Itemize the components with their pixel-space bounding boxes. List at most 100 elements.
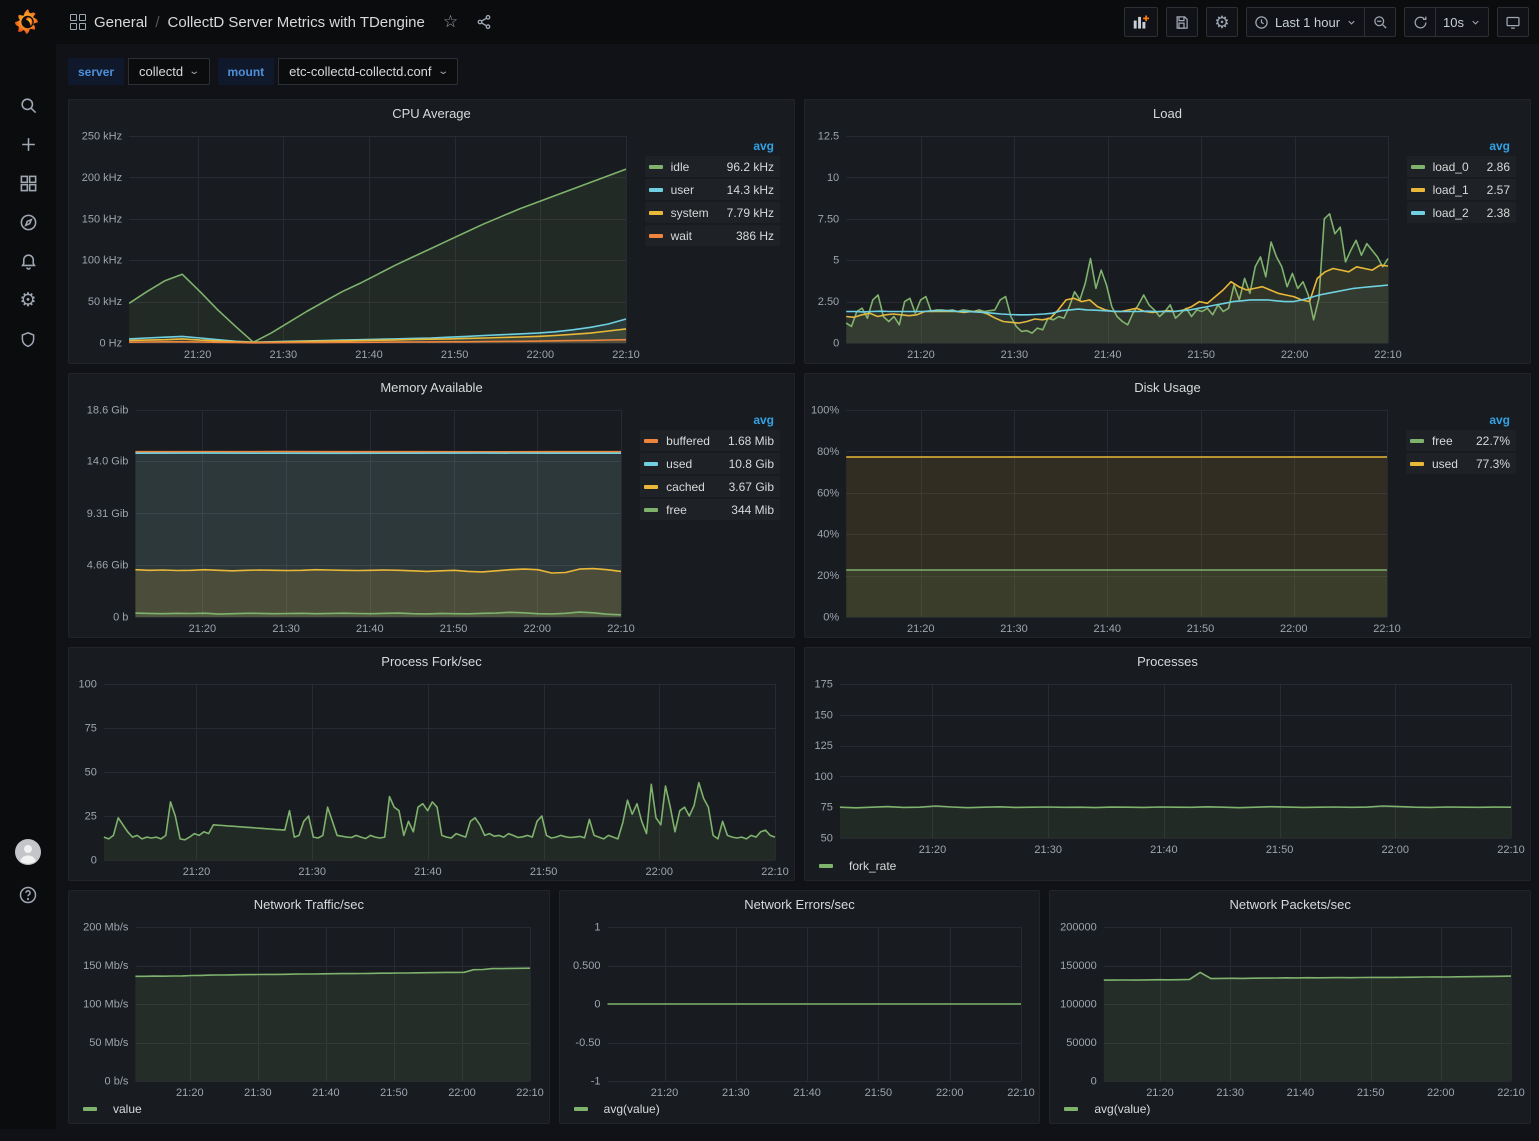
chart-plot[interactable]: 0 b/s50 Mb/s100 Mb/s150 Mb/s200 Mb/s21:2…: [73, 917, 545, 1101]
legend-item-fork_rate[interactable]: fork_rate: [805, 858, 1530, 880]
legend-item-cached[interactable]: cached3.67 Gib: [640, 476, 780, 497]
legend-swatch: [649, 211, 663, 215]
svg-text:22:10: 22:10: [761, 866, 789, 878]
legend-item-used[interactable]: used10.8 Gib: [640, 453, 780, 474]
legend-item-load_1[interactable]: load_12.57: [1407, 179, 1516, 200]
user-avatar[interactable]: [0, 832, 56, 871]
breadcrumb-section[interactable]: General: [94, 14, 147, 31]
legend-series-avg: 1.68 Mib: [728, 434, 774, 448]
chart-plot[interactable]: 025507510021:2021:3021:4021:5022:0022:10: [73, 674, 790, 880]
panel-title-cpu-average[interactable]: CPU Average: [69, 100, 794, 126]
svg-text:21:40: 21:40: [1287, 1087, 1315, 1099]
svg-text:21:20: 21:20: [189, 623, 217, 635]
legend-swatch: [574, 1107, 588, 1111]
dashboards-icon[interactable]: [0, 164, 56, 203]
chart-plot[interactable]: 0 b4.66 Gib9.31 Gib14.0 Gib18.6 Gib21:20…: [73, 400, 636, 637]
variable-server-value[interactable]: collectd ⌄: [128, 58, 209, 85]
legend-series-avg: 3.67 Gib: [729, 480, 774, 494]
panel-title-network-traffic[interactable]: Network Traffic/sec: [69, 891, 549, 917]
svg-text:50 Mb/s: 50 Mb/s: [89, 1037, 129, 1049]
svg-text:21:20: 21:20: [184, 349, 212, 361]
panel-title-network-errors[interactable]: Network Errors/sec: [560, 891, 1040, 917]
svg-text:75: 75: [85, 723, 97, 735]
legend-avg-header[interactable]: avg: [640, 412, 780, 430]
panel-title-processes[interactable]: Processes: [805, 648, 1530, 674]
svg-text:21:30: 21:30: [1001, 349, 1029, 361]
help-icon[interactable]: [0, 875, 56, 914]
dashboard-settings-button[interactable]: ⚙: [1206, 7, 1238, 37]
breadcrumb: General / CollectD Server Metrics with T…: [70, 12, 492, 32]
legend-item-wait[interactable]: wait386 Hz: [645, 225, 780, 246]
legend-avg-header[interactable]: avg: [1406, 412, 1516, 430]
panel-title-network-packets[interactable]: Network Packets/sec: [1050, 891, 1530, 917]
star-icon[interactable]: ☆: [443, 12, 458, 32]
legend-item-idle[interactable]: idle96.2 kHz: [645, 156, 780, 177]
svg-text:10: 10: [827, 172, 839, 184]
panel-title-load[interactable]: Load: [805, 100, 1530, 126]
zoom-out-button[interactable]: [1364, 7, 1396, 37]
panel-title-memory-available[interactable]: Memory Available: [69, 374, 794, 400]
legend-item-free[interactable]: free22.7%: [1406, 430, 1516, 451]
server-admin-icon[interactable]: [0, 320, 56, 359]
legend-swatch: [819, 864, 833, 868]
grafana-logo[interactable]: [0, 0, 56, 44]
chart-plot[interactable]: 0%20%40%60%80%100%21:2021:3021:4021:5022…: [809, 400, 1402, 637]
svg-text:100%: 100%: [811, 405, 839, 417]
legend-avg-header[interactable]: avg: [645, 138, 780, 156]
create-icon[interactable]: [0, 125, 56, 164]
configuration-icon[interactable]: ⚙: [0, 281, 56, 320]
legend-item-buffered[interactable]: buffered1.68 Mib: [640, 430, 780, 451]
legend-item-system[interactable]: system7.79 kHz: [645, 202, 780, 223]
svg-text:150000: 150000: [1060, 960, 1097, 972]
legend-item-user[interactable]: user14.3 kHz: [645, 179, 780, 200]
svg-text:0 b/s: 0 b/s: [105, 1076, 129, 1088]
svg-text:21:20: 21:20: [907, 349, 935, 361]
legend-swatch: [1411, 211, 1425, 215]
chart-plot[interactable]: 05000010000015000020000021:2021:3021:402…: [1054, 917, 1526, 1101]
chart-plot[interactable]: 02.5057.501012.521:2021:3021:4021:5022:0…: [809, 126, 1403, 363]
dashboards-grid-icon[interactable]: [70, 14, 86, 30]
refresh-interval-picker[interactable]: 10s: [1435, 7, 1489, 37]
legend-item-avg(value)[interactable]: avg(value): [560, 1101, 1040, 1123]
refresh-interval-label: 10s: [1443, 15, 1464, 30]
legend-avg-header[interactable]: avg: [1407, 138, 1516, 156]
cycle-view-mode-button[interactable]: [1497, 7, 1529, 37]
legend-item-used[interactable]: used77.3%: [1406, 453, 1516, 474]
svg-text:200000: 200000: [1060, 922, 1097, 934]
svg-text:21:40: 21:40: [1150, 844, 1178, 856]
legend-series-name: load_2: [1433, 206, 1469, 220]
chart-plot[interactable]: 507510012515017521:2021:3021:4021:5022:0…: [809, 674, 1526, 858]
breadcrumb-separator: /: [155, 14, 159, 31]
panel-title-disk-usage[interactable]: Disk Usage: [805, 374, 1530, 400]
svg-text:22:00: 22:00: [1427, 1087, 1455, 1099]
legend-item-load_2[interactable]: load_22.38: [1407, 202, 1516, 223]
add-panel-button[interactable]: [1124, 7, 1158, 37]
svg-text:21:40: 21:40: [793, 1087, 821, 1099]
variable-mount-label[interactable]: mount: [218, 58, 275, 85]
chart-plot[interactable]: 0 Hz50 kHz100 kHz150 kHz200 kHz250 kHz21…: [73, 126, 641, 363]
alerting-icon[interactable]: [0, 242, 56, 281]
search-icon[interactable]: [0, 86, 56, 125]
legend-item-value[interactable]: value: [69, 1101, 549, 1123]
svg-text:21:20: 21:20: [907, 623, 935, 635]
time-range-picker[interactable]: Last 1 hour: [1246, 7, 1365, 37]
legend-item-free[interactable]: free344 Mib: [640, 499, 780, 520]
legend-series-name: load_1: [1433, 183, 1469, 197]
svg-text:22:10: 22:10: [1373, 623, 1401, 635]
legend-item-avg(value)[interactable]: avg(value): [1050, 1101, 1530, 1123]
save-dashboard-button[interactable]: [1166, 7, 1198, 37]
refresh-button[interactable]: [1404, 7, 1436, 37]
legend-item-load_0[interactable]: load_02.86: [1407, 156, 1516, 177]
breadcrumb-title[interactable]: CollectD Server Metrics with TDengine: [168, 14, 425, 31]
variable-mount-value[interactable]: etc-collectd-collectd.conf ⌄: [278, 58, 458, 85]
panel-title-process-fork[interactable]: Process Fork/sec: [69, 648, 794, 674]
share-icon[interactable]: [476, 14, 492, 30]
dashboard-canvas: server collectd ⌄ mount etc-collectd-col…: [56, 44, 1539, 1141]
svg-text:22:10: 22:10: [612, 349, 640, 361]
variable-server-label[interactable]: server: [68, 58, 124, 85]
legend-swatch: [644, 439, 658, 443]
svg-text:22:10: 22:10: [516, 1087, 544, 1099]
svg-text:50 kHz: 50 kHz: [88, 296, 122, 308]
chart-plot[interactable]: -1-0.5000.500121:2021:3021:4021:5022:002…: [564, 917, 1036, 1101]
explore-icon[interactable]: [0, 203, 56, 242]
